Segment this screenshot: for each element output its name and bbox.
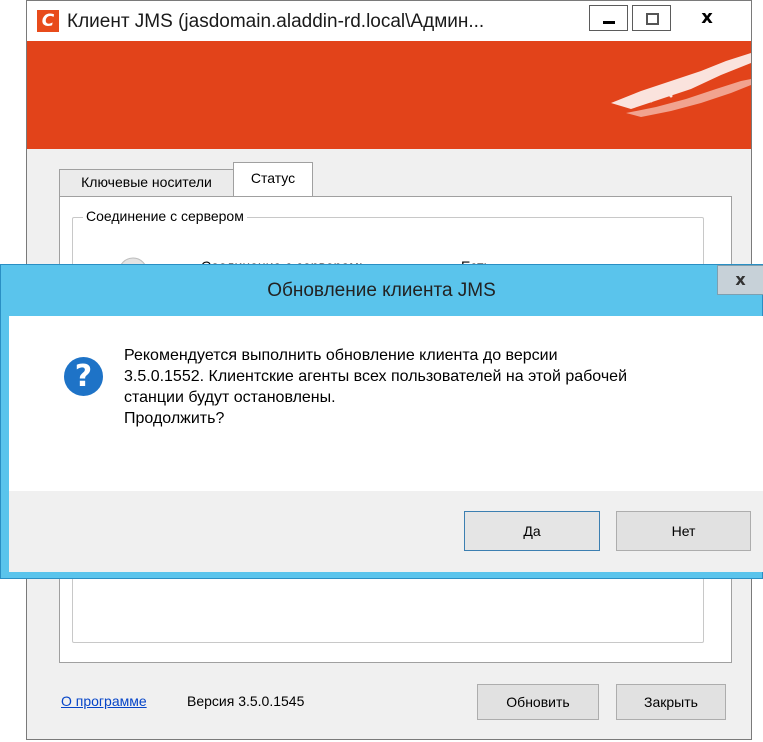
close-icon: x bbox=[701, 7, 713, 28]
app-logo-icon: C bbox=[37, 10, 59, 32]
dialog-content: ? Рекомендуется выполнить обновление кли… bbox=[9, 316, 763, 491]
close-button[interactable]: Закрыть bbox=[616, 684, 726, 720]
dialog-title: Обновление клиента JMS bbox=[267, 280, 496, 301]
yes-button[interactable]: Да bbox=[464, 511, 600, 551]
no-button[interactable]: Нет bbox=[616, 511, 751, 551]
dialog-close-button[interactable]: x bbox=[717, 265, 763, 295]
message-line: 3.5.0.1552. Клиентские агенты всех польз… bbox=[124, 368, 628, 385]
window-close-button[interactable]: x bbox=[675, 5, 739, 31]
minimize-button[interactable] bbox=[589, 5, 628, 31]
message-line: станции будут остановлены. bbox=[124, 389, 336, 406]
message-line: Продолжить? bbox=[124, 410, 225, 427]
maximize-icon bbox=[646, 13, 659, 25]
minimize-icon bbox=[603, 21, 615, 24]
version-label: Версия 3.5.0.1545 bbox=[187, 693, 305, 709]
banner-texture bbox=[611, 53, 751, 117]
update-button[interactable]: Обновить bbox=[477, 684, 599, 720]
tab-status[interactable]: Статус bbox=[233, 162, 313, 197]
tab-key-carriers[interactable]: Ключевые носители bbox=[59, 169, 234, 196]
main-titlebar[interactable]: C Клиент JMS (jasdomain.aladdin-rd.local… bbox=[27, 1, 751, 41]
dialog-message: Рекомендуется выполнить обновление клиен… bbox=[124, 345, 627, 429]
about-link[interactable]: О программе bbox=[61, 693, 147, 709]
maximize-button[interactable] bbox=[632, 5, 671, 31]
group-title: Соединение с сервером bbox=[83, 208, 247, 224]
update-dialog: Обновление клиента JMS x ? Рекомендуется… bbox=[0, 264, 763, 579]
question-icon: ? bbox=[64, 357, 103, 396]
message-line: Рекомендуется выполнить обновление клиен… bbox=[124, 347, 558, 364]
window-title: Клиент JMS (jasdomain.aladdin-rd.local\А… bbox=[67, 11, 485, 32]
brand-banner bbox=[27, 41, 751, 149]
dialog-footer: Да Нет bbox=[9, 491, 763, 572]
